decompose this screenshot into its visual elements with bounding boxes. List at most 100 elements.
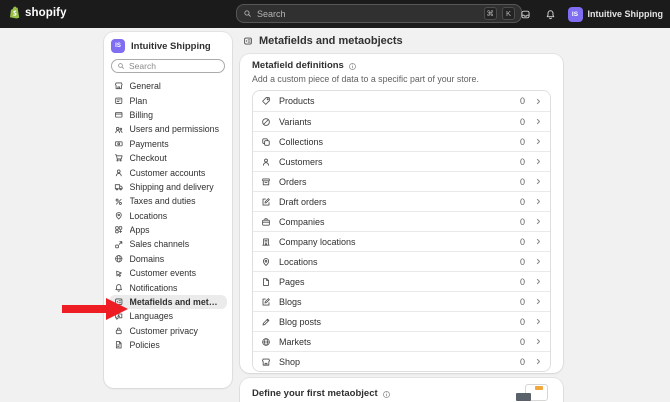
settings-search-input[interactable] (129, 61, 219, 71)
sidebar-item-label: Customer accounts (129, 167, 206, 178)
sidebar-item-label: Policies (129, 340, 160, 351)
metafield-count: 0 (519, 256, 525, 267)
pin-icon (261, 257, 271, 267)
chevron-right-icon (534, 237, 543, 246)
sidebar-item-users-and-permissions[interactable]: Users and permissions (109, 122, 227, 136)
metafield-row-label: Variants (279, 116, 312, 127)
metafield-row-label: Companies (279, 216, 325, 227)
metafield-row-pages[interactable]: Pages 0 (253, 271, 550, 291)
sidebar-item-general[interactable]: General (109, 79, 227, 93)
globe-icon (261, 337, 271, 347)
metafield-row-products[interactable]: Products 0 (253, 91, 550, 111)
sidebar-item-label: Payments (129, 138, 169, 149)
bell-icon (545, 9, 556, 20)
metafield-count: 0 (519, 156, 525, 167)
settings-sidebar: IS Intuitive Shipping General Plan Billing… (104, 32, 232, 388)
pin-icon (114, 211, 124, 221)
metafield-count: 0 (519, 96, 525, 106)
metaobject-card: Define your first metaobject (240, 378, 563, 402)
metafield-row-label: Pages (279, 276, 305, 287)
chevron-right-icon (534, 197, 543, 206)
account-menu[interactable]: IS Intuitive Shipping (567, 6, 664, 22)
metafield-count: 0 (519, 276, 525, 287)
page-icon (261, 277, 271, 287)
search-icon (117, 62, 125, 70)
settings-search[interactable] (111, 59, 225, 73)
sidebar-item-label: Notifications (129, 282, 178, 293)
metafield-row-collections[interactable]: Collections 0 (253, 131, 550, 151)
metafield-row-orders[interactable]: Orders 0 (253, 171, 550, 191)
sidebar-item-policies[interactable]: Policies (109, 338, 227, 352)
metafield-count: 0 (519, 216, 525, 227)
chevron-right-icon (534, 277, 543, 286)
sidebar-item-metafields-and-metaobjects[interactable]: Metafields and metaobjects (109, 294, 227, 310)
metafield-row-company-locations[interactable]: Company locations 0 (253, 231, 550, 251)
person-icon (261, 157, 271, 167)
sidebar-item-customer-privacy[interactable]: Customer privacy (109, 324, 227, 338)
metafields-icon (114, 297, 124, 307)
shopify-wordmark: shopify (25, 6, 67, 19)
sidebar-store-header: IS Intuitive Shipping (104, 32, 232, 58)
sidebar-item-notifications[interactable]: Notifications (109, 280, 227, 294)
metafield-count: 0 (519, 116, 525, 127)
store-icon (114, 81, 124, 91)
chevron-right-icon (534, 257, 543, 266)
chevron-right-icon (534, 117, 543, 126)
metafield-row-blogs[interactable]: Blogs 0 (253, 291, 550, 311)
page-header: Metafields and metaobjects (243, 35, 403, 47)
shopify-admin-screen: shopify ⌘ K IS Intuitive Shipping IS Int… (0, 0, 670, 402)
store-icon (261, 357, 271, 367)
building-icon (261, 237, 271, 247)
metafield-row-companies[interactable]: Companies 0 (253, 211, 550, 231)
metafield-row-markets[interactable]: Markets 0 (253, 331, 550, 351)
metafield-count: 0 (519, 196, 525, 207)
command-keycap: ⌘ (483, 7, 497, 20)
k-keycap: K (502, 7, 515, 20)
metafield-row-locations[interactable]: Locations 0 (253, 251, 550, 271)
info-icon[interactable] (348, 62, 357, 71)
info-icon[interactable] (382, 390, 391, 399)
metafield-row-customers[interactable]: Customers 0 (253, 151, 550, 171)
sidebar-item-billing[interactable]: Billing (109, 108, 227, 122)
percent-icon (114, 197, 124, 207)
sidebar-item-label: Domains (129, 253, 165, 264)
metafield-definitions-card: Metafield definitions Add a custom piece… (240, 54, 563, 373)
sidebar-item-apps[interactable]: Apps (109, 223, 227, 237)
sidebar-item-domains[interactable]: Domains (109, 252, 227, 266)
notifications-button[interactable] (543, 6, 559, 22)
metafield-row-draft-orders[interactable]: Draft orders 0 (253, 191, 550, 211)
sidebar-item-locations[interactable]: Locations (109, 209, 227, 223)
metafield-row-variants[interactable]: Variants 0 (253, 111, 550, 131)
shopify-logo[interactable]: shopify (9, 6, 67, 19)
sidebar-item-sales-channels[interactable]: Sales channels (109, 237, 227, 251)
metafield-row-blog-posts[interactable]: Blog posts 0 (253, 311, 550, 331)
sidebar-item-label: Customer events (129, 268, 197, 279)
cursor-icon (114, 269, 124, 279)
metafield-row-label: Products (279, 96, 315, 106)
global-search[interactable]: ⌘ K (236, 4, 522, 23)
metafield-count: 0 (519, 176, 525, 187)
chevron-right-icon (534, 157, 543, 166)
sidebar-item-payments[interactable]: Payments (109, 137, 227, 151)
sidebar-item-checkout[interactable]: Checkout (109, 151, 227, 165)
metafields-icon (243, 36, 253, 46)
sidebar-item-customer-events[interactable]: Customer events (109, 266, 227, 280)
chevron-right-icon (534, 337, 543, 346)
store-name: Intuitive Shipping (587, 9, 664, 19)
sidebar-item-languages[interactable]: Languages (109, 309, 227, 323)
bell-icon (114, 283, 124, 293)
sidebar-item-label: Checkout (129, 153, 167, 164)
sidebar-item-shipping-and-delivery[interactable]: Shipping and delivery (109, 180, 227, 194)
sidebar-item-customer-accounts[interactable]: Customer accounts (109, 165, 227, 179)
metafield-row-shop[interactable]: Shop 0 (253, 351, 550, 371)
sidebar-item-taxes-and-duties[interactable]: Taxes and duties (109, 194, 227, 208)
page-title: Metafields and metaobjects (259, 35, 403, 47)
global-search-input[interactable] (257, 8, 479, 19)
sidebar-item-plan[interactable]: Plan (109, 93, 227, 107)
card-icon (114, 96, 124, 106)
chevron-right-icon (534, 317, 543, 326)
inbox-button[interactable] (518, 6, 534, 22)
topbar-right: IS Intuitive Shipping (518, 0, 664, 28)
store-avatar: IS (111, 39, 125, 53)
cash-icon (114, 139, 124, 149)
